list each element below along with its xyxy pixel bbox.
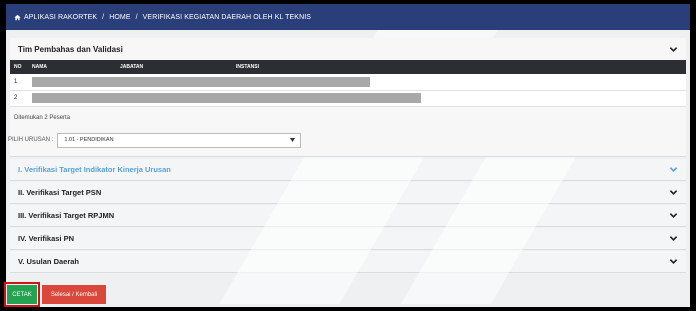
redacted-bar	[32, 93, 421, 103]
chevron-down-icon[interactable]	[669, 188, 678, 197]
finish-back-button[interactable]: Selesai / Kembali	[42, 285, 106, 304]
breadcrumb-separator: /	[102, 13, 105, 21]
redacted-bar	[32, 76, 370, 87]
column-header-instansi: INSTANSI	[236, 64, 259, 70]
breadcrumb-separator: /	[135, 13, 138, 21]
breadcrumb: APLIKASI RAKORTEK / HOME / VERIFIKASI KE…	[6, 4, 690, 30]
chevron-down-icon[interactable]	[669, 234, 678, 243]
team-panel-title: Tim Pembahas dan Validasi	[18, 44, 123, 54]
page-content: APLIKASI RAKORTEK / HOME / VERIFIKASI KE…	[6, 4, 690, 307]
breadcrumb-item-app[interactable]: APLIKASI RAKORTEK	[24, 14, 97, 21]
found-count-text: Ditemukan 2 Peserta	[14, 114, 71, 121]
chevron-down-icon[interactable]	[669, 257, 678, 266]
breadcrumb-item-current: VERIFIKASI KEGIATAN DAERAH OLEH KL TEKNI…	[142, 13, 312, 21]
urusan-label: PILIH URUSAN :	[8, 137, 54, 143]
column-header-no: NO	[14, 64, 22, 70]
section-title: III. Verifikasi Target RPJMN	[18, 210, 115, 220]
action-buttons: CETAK Selesai / Kembali	[4, 282, 106, 307]
redacted-cell	[28, 74, 686, 91]
row-number: 2	[10, 90, 28, 107]
chevron-down-icon[interactable]	[669, 45, 678, 54]
column-header-jabatan: JABATAN	[120, 64, 144, 70]
urusan-select[interactable]: 1.01 - PENDIDIKAN	[57, 132, 302, 148]
column-header-nama: NAMA	[32, 64, 47, 70]
members-table: NO NAMA JABATAN INSTANSI 1 2	[10, 60, 686, 107]
section-title: IV. Verifikasi PN	[18, 233, 75, 243]
section-title: V. Usulan Daerah	[18, 256, 79, 266]
team-panel-header[interactable]: Tim Pembahas dan Validasi	[10, 38, 686, 60]
urusan-selected-value: 1.01 - PENDIDIKAN	[64, 137, 114, 143]
section-title: I. Verifikasi Target Indikator Kinerja U…	[18, 164, 171, 174]
section-title: II. Verifikasi Target PSN	[18, 187, 102, 197]
chevron-down-icon[interactable]	[669, 165, 678, 174]
table-row: 1	[10, 74, 686, 91]
chevron-down-icon[interactable]	[669, 211, 678, 220]
urusan-filter: PILIH URUSAN : 1.01 - PENDIDIKAN	[8, 132, 686, 156]
row-number: 1	[10, 74, 28, 91]
home-icon	[14, 14, 21, 20]
print-button-highlight: CETAK	[4, 282, 40, 307]
team-panel: Tim Pembahas dan Validasi NO NAMA JABATA…	[8, 38, 686, 157]
table-row: 2	[10, 90, 686, 107]
table-header-row: NO NAMA JABATAN INSTANSI	[10, 60, 686, 74]
breadcrumb-item-home[interactable]: HOME	[109, 14, 130, 21]
print-button[interactable]: CETAK	[7, 285, 37, 304]
caret-down-icon	[290, 138, 296, 142]
redacted-cell	[28, 90, 686, 107]
